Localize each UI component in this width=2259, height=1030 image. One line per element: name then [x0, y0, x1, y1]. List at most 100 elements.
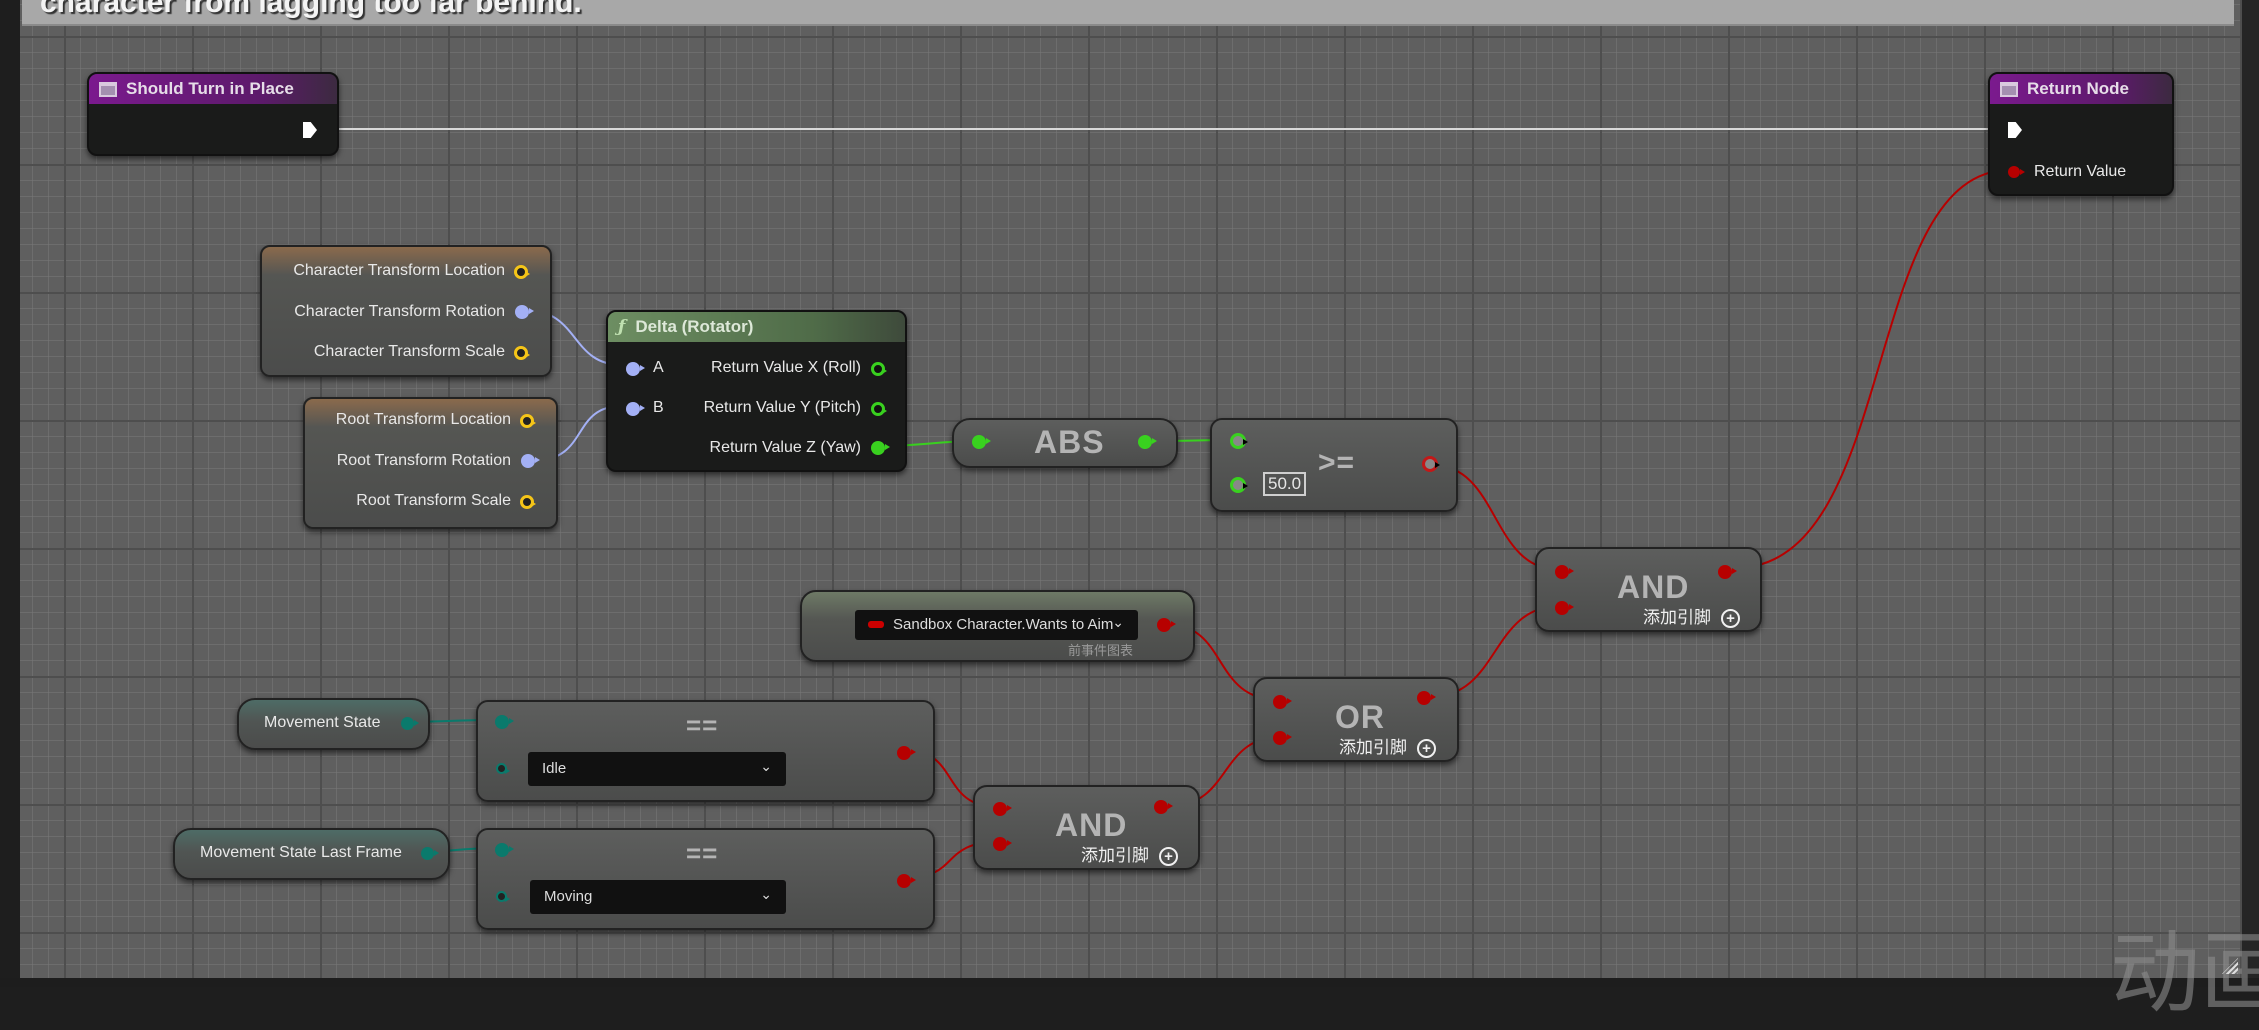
gte-input-a-pin[interactable]: [1230, 433, 1248, 449]
or-input-a-pin[interactable]: [1273, 695, 1292, 709]
return-node[interactable]: Return Node Return Value: [1988, 72, 2174, 196]
rotation-pin[interactable]: [521, 454, 540, 468]
bottom-edge: [0, 978, 2259, 987]
pin-label: Character Transform Scale: [313, 343, 505, 360]
plus-icon: +: [1721, 609, 1740, 629]
aim-output-pin[interactable]: [1157, 618, 1176, 632]
or-label: OR: [1335, 699, 1385, 735]
movement-state-last-frame-node[interactable]: Movement State Last Frame: [173, 828, 450, 880]
or-input-b-pin[interactable]: [1273, 731, 1292, 745]
return-value-label: Return Value: [2034, 163, 2127, 180]
scale-pin[interactable]: [520, 495, 536, 509]
yaw-pin[interactable]: [871, 441, 890, 455]
enum-selector[interactable]: Moving ⌄: [530, 880, 786, 914]
or-output-pin[interactable]: [1417, 691, 1436, 705]
eq-input-b-pin[interactable]: [496, 891, 510, 902]
add-pin-button[interactable]: 添加引脚 +: [1643, 603, 1740, 629]
function-entry-icon: [99, 81, 117, 97]
pin-label: B: [653, 399, 664, 416]
pin-label: Character Transform Rotation: [294, 303, 505, 320]
pin-label: A: [653, 359, 664, 376]
chevron-down-icon: ⌄: [1112, 614, 1124, 630]
add-pin-button[interactable]: 添加引脚 +: [1081, 841, 1178, 867]
and-input-a-pin[interactable]: [993, 802, 1012, 816]
location-pin[interactable]: [514, 265, 530, 279]
pin-label: Root Transform Rotation: [336, 452, 511, 469]
pin-label: Root Transform Location: [335, 411, 511, 428]
movement-state-node[interactable]: Movement State: [237, 698, 430, 750]
pin-label: Character Transform Location: [293, 262, 505, 279]
eq-input-a-pin[interactable]: [495, 843, 514, 857]
input-a-pin[interactable]: [626, 362, 645, 376]
variable-selector[interactable]: Sandbox Character.Wants to Aim ⌄: [855, 610, 1138, 640]
pin-label: Return Value X (Roll): [711, 359, 861, 376]
and-output-pin[interactable]: [1718, 565, 1737, 579]
abs-node[interactable]: ABS: [952, 418, 1178, 468]
chevron-down-icon: ⌄: [760, 758, 772, 774]
exec-out-pin[interactable]: [303, 122, 317, 138]
enum-selector[interactable]: Idle ⌄: [528, 752, 786, 786]
pitch-pin[interactable]: [871, 402, 887, 416]
pin-label: Return Value Z (Yaw): [709, 439, 861, 456]
node-title: Return Node: [2027, 79, 2129, 98]
eq-input-b-pin[interactable]: [496, 763, 510, 774]
location-pin[interactable]: [520, 414, 536, 428]
variable-label: Movement State: [264, 714, 381, 731]
wants-to-aim-node[interactable]: Sandbox Character.Wants to Aim ⌄ 前事件图表: [800, 590, 1195, 662]
exec-in-pin[interactable]: [2008, 122, 2022, 138]
threshold-input[interactable]: 50.0: [1263, 472, 1307, 496]
and-node-bottom[interactable]: AND 添加引脚 +: [973, 785, 1200, 870]
and-input-a-pin[interactable]: [1555, 565, 1574, 579]
and-input-b-pin[interactable]: [1555, 601, 1574, 615]
greater-equal-node[interactable]: 50.0 >=: [1210, 418, 1458, 512]
character-transform-node[interactable]: Character Transform Location Character T…: [260, 245, 552, 377]
roll-pin[interactable]: [871, 362, 887, 376]
eq-input-a-pin[interactable]: [495, 715, 514, 729]
gte-label: >=: [1318, 446, 1356, 479]
gte-input-b-pin[interactable]: [1230, 477, 1248, 493]
equal-moving-node[interactable]: == Moving ⌄: [476, 828, 935, 930]
eq-output-pin[interactable]: [897, 746, 916, 760]
chevron-down-icon: ⌄: [760, 886, 772, 902]
bool-type-icon: [868, 621, 884, 628]
abs-output-pin[interactable]: [1138, 435, 1157, 449]
return-value-pin[interactable]: [2008, 166, 2025, 178]
gte-output-pin[interactable]: [1422, 456, 1440, 472]
pin-label: Return Value Y (Pitch): [703, 399, 861, 416]
input-b-pin[interactable]: [626, 402, 645, 416]
add-pin-label: 添加引脚: [1081, 846, 1149, 865]
eq-label: ==: [686, 838, 719, 868]
or-node[interactable]: OR 添加引脚 +: [1253, 677, 1459, 762]
comment-box[interactable]: character from lagging too far behind.: [22, 0, 2234, 26]
plus-icon: +: [1159, 847, 1178, 867]
panel-divider: [2242, 0, 2259, 987]
function-entry-node[interactable]: Should Turn in Place: [87, 72, 339, 156]
and-label: AND: [1617, 569, 1690, 605]
add-pin-button[interactable]: 添加引脚 +: [1339, 733, 1436, 759]
scale-pin[interactable]: [514, 346, 530, 360]
movement-state-last-pin[interactable]: [421, 847, 439, 860]
pin-label: Root Transform Scale: [356, 492, 511, 509]
equal-idle-node[interactable]: == Idle ⌄: [476, 700, 935, 802]
and-input-b-pin[interactable]: [993, 837, 1012, 851]
delta-rotator-node[interactable]: ƒ Delta (Rotator) A B Return Value X (Rol…: [606, 310, 907, 472]
eq-output-pin[interactable]: [897, 874, 916, 888]
variable-label: Movement State Last Frame: [200, 844, 402, 861]
variable-name: Sandbox Character.Wants to Aim: [893, 616, 1114, 633]
abs-input-pin[interactable]: [972, 435, 991, 449]
function-icon: ƒ: [618, 317, 626, 337]
movement-state-pin[interactable]: [401, 717, 419, 730]
and-output-pin[interactable]: [1154, 800, 1173, 814]
add-pin-label: 添加引脚: [1339, 738, 1407, 757]
node-header: Return Node: [1990, 74, 2172, 104]
rotation-pin[interactable]: [515, 305, 534, 319]
node-subtitle: 前事件图表: [1068, 643, 1134, 658]
node-title: Should Turn in Place: [126, 79, 294, 98]
enum-value: Moving: [544, 888, 593, 905]
and-node-top[interactable]: AND 添加引脚 +: [1535, 547, 1762, 632]
add-pin-label: 添加引脚: [1643, 608, 1711, 627]
root-transform-node[interactable]: Root Transform Location Root Transform R…: [303, 397, 558, 529]
eq-label: ==: [686, 710, 719, 740]
and-label: AND: [1055, 807, 1128, 843]
comment-text: character from lagging too far behind.: [40, 0, 582, 19]
